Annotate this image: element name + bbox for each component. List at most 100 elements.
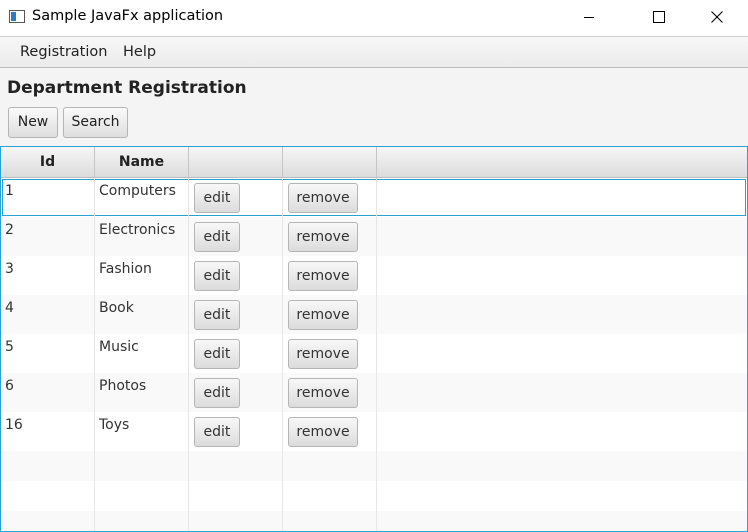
remove-button[interactable]: remove (288, 417, 358, 447)
filler-cell (377, 373, 747, 412)
empty-cell (377, 451, 747, 481)
close-button[interactable] (694, 0, 740, 34)
menu-help[interactable]: Help (123, 44, 156, 60)
close-icon (711, 11, 723, 23)
row-id: 1 (5, 183, 14, 199)
remove-cell: remove (283, 217, 377, 256)
table-row[interactable]: 6 Photos edit remove (1, 373, 747, 412)
filler-cell (377, 256, 747, 295)
id-cell: 6 (1, 373, 95, 412)
row-id: 16 (5, 417, 23, 433)
edit-button[interactable]: edit (194, 300, 240, 330)
remove-button[interactable]: remove (288, 183, 358, 213)
id-cell: 2 (1, 217, 95, 256)
empty-cell (377, 511, 747, 531)
empty-cell (283, 511, 377, 531)
edit-button[interactable]: edit (194, 222, 240, 252)
row-id: 5 (5, 339, 14, 355)
filler-cell (377, 217, 747, 256)
maximize-button[interactable] (636, 0, 682, 34)
remove-button[interactable]: remove (288, 222, 358, 252)
remove-button[interactable]: remove (288, 261, 358, 291)
maximize-icon (653, 11, 665, 23)
name-cell: Fashion (95, 256, 189, 295)
empty-cell (189, 511, 283, 531)
edit-button[interactable]: edit (194, 183, 240, 213)
minimize-button[interactable] (566, 0, 612, 34)
name-cell: Toys (95, 412, 189, 451)
column-header-remove[interactable] (283, 147, 377, 177)
row-name: Electronics (99, 222, 176, 238)
table-header: Id Name (1, 147, 747, 178)
filler-cell (377, 295, 747, 334)
remove-cell: remove (283, 295, 377, 334)
remove-cell: remove (283, 334, 377, 373)
empty-cell (95, 451, 189, 481)
department-table[interactable]: Id Name 1 Computers edit remove 2 Electronics… (0, 146, 748, 532)
table-row[interactable]: 4 Book edit remove (1, 295, 747, 334)
edit-button[interactable]: edit (194, 378, 240, 408)
remove-cell: remove (283, 412, 377, 451)
empty-cell (1, 451, 95, 481)
menu-bar: Registration Help (0, 36, 748, 68)
empty-cell (283, 481, 377, 511)
table-row[interactable]: 16 Toys edit remove (1, 412, 747, 451)
row-name: Music (99, 339, 139, 355)
id-cell: 3 (1, 256, 95, 295)
empty-cell (1, 481, 95, 511)
filler-cell (377, 412, 747, 451)
empty-cell (1, 511, 95, 531)
window-title: Sample JavaFx application (32, 8, 224, 24)
edit-cell: edit (189, 334, 283, 373)
name-cell: Photos (95, 373, 189, 412)
id-cell: 5 (1, 334, 95, 373)
table-row[interactable]: 2 Electronics edit remove (1, 217, 747, 256)
table-row[interactable]: 1 Computers edit remove (1, 178, 747, 217)
table-row[interactable]: 3 Fashion edit remove (1, 256, 747, 295)
remove-button[interactable]: remove (288, 339, 358, 369)
remove-cell: remove (283, 178, 377, 217)
filler-cell (377, 334, 747, 373)
search-button[interactable]: Search (63, 107, 128, 138)
row-name: Photos (99, 378, 147, 394)
empty-cell (95, 481, 189, 511)
empty-cell (95, 511, 189, 531)
empty-row (1, 451, 747, 481)
edit-cell: edit (189, 256, 283, 295)
new-button[interactable]: New (8, 107, 58, 138)
row-id: 2 (5, 222, 14, 238)
remove-cell: remove (283, 373, 377, 412)
java-app-icon (9, 10, 25, 23)
empty-cell (283, 451, 377, 481)
edit-button[interactable]: edit (194, 417, 240, 447)
remove-button[interactable]: remove (288, 378, 358, 408)
empty-row (1, 511, 747, 531)
name-cell: Computers (95, 178, 189, 217)
remove-button[interactable]: remove (288, 300, 358, 330)
id-cell: 1 (1, 178, 95, 217)
column-header-edit[interactable] (189, 147, 283, 177)
column-header-filler (377, 147, 747, 177)
row-id: 6 (5, 378, 14, 394)
table-row[interactable]: 5 Music edit remove (1, 334, 747, 373)
edit-cell: edit (189, 295, 283, 334)
filler-cell (377, 178, 747, 217)
edit-button[interactable]: edit (194, 261, 240, 291)
column-header-name[interactable]: Name (95, 147, 189, 177)
row-name: Fashion (99, 261, 152, 277)
column-header-id[interactable]: Id (1, 147, 95, 177)
empty-cell (189, 451, 283, 481)
row-id: 4 (5, 300, 14, 316)
edit-cell: edit (189, 178, 283, 217)
edit-button[interactable]: edit (194, 339, 240, 369)
edit-cell: edit (189, 412, 283, 451)
title-bar: Sample JavaFx application (0, 0, 748, 36)
minimize-icon (584, 17, 594, 18)
empty-cell (377, 481, 747, 511)
menu-registration[interactable]: Registration (20, 44, 107, 60)
name-cell: Book (95, 295, 189, 334)
row-id: 3 (5, 261, 14, 277)
row-name: Toys (99, 417, 130, 433)
remove-cell: remove (283, 256, 377, 295)
id-cell: 16 (1, 412, 95, 451)
